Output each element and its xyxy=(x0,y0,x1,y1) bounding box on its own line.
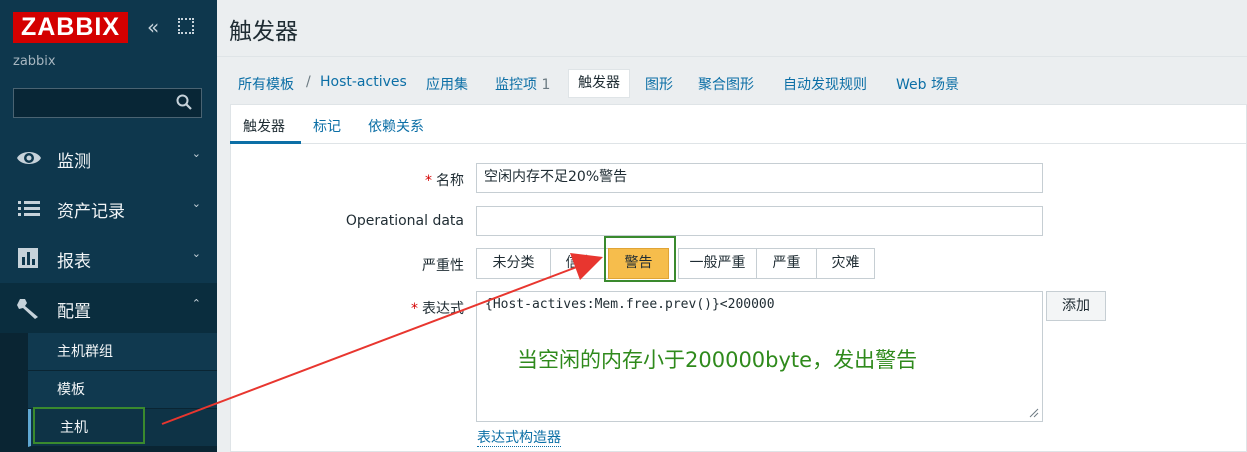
tab-applications[interactable]: 应用集 xyxy=(426,74,468,94)
expression-builder-link[interactable]: 表达式构造器 xyxy=(477,430,561,447)
zabbix-logo[interactable]: ZABBIX xyxy=(13,12,128,43)
menu-label: 资产记录 xyxy=(57,202,125,222)
tab-graphs[interactable]: 图形 xyxy=(645,74,673,94)
tab-tags[interactable]: 标记 xyxy=(313,116,341,136)
tab-dependencies[interactable]: 依赖关系 xyxy=(368,116,424,136)
breadcrumb-separator: / xyxy=(306,74,311,90)
active-tab-indicator xyxy=(230,141,301,144)
chevron-up-icon: ⌃ xyxy=(191,297,201,310)
operational-data-label: Operational data xyxy=(345,213,464,229)
hosts-highlight-box xyxy=(33,407,145,444)
name-input[interactable]: 空闲内存不足20%警告 xyxy=(476,163,1043,193)
sidebar-search-input[interactable] xyxy=(13,88,202,118)
menu-reports[interactable]: 报表 ⌄ xyxy=(0,233,217,283)
sidebar: ZABBIX « zabbix 监测 ⌄ 资产记录 ⌄ 报表 ⌄ 配置 ⌃ 主机… xyxy=(0,0,217,452)
tab-discovery-rules[interactable]: 自动发现规则 xyxy=(783,74,867,94)
tab-items[interactable]: 监控项 1 xyxy=(495,74,550,94)
expression-textarea[interactable]: {Host-actives:Mem.free.prev()}<200000 当空… xyxy=(476,291,1043,422)
bar-chart-icon xyxy=(18,248,38,268)
eye-icon xyxy=(17,152,41,164)
severity-disaster[interactable]: 灾难 xyxy=(816,248,875,279)
annotation-note: 当空闲的内存小于200000byte，发出警告 xyxy=(517,348,918,372)
tab-trigger[interactable]: 触发器 xyxy=(243,116,285,136)
menu-configuration[interactable]: 配置 ⌃ xyxy=(0,283,217,333)
expression-text: {Host-actives:Mem.free.prev()}<200000 xyxy=(485,297,775,312)
menu-label: 配置 xyxy=(57,302,91,322)
name-label-text: 名称 xyxy=(436,173,464,189)
resize-handle-icon[interactable] xyxy=(1029,408,1039,418)
expression-label: * 表达式 xyxy=(400,298,464,318)
severity-not-classified[interactable]: 未分类 xyxy=(476,248,551,279)
form-tabs: 触发器 标记 依赖关系 xyxy=(230,104,1247,144)
collapse-sidebar-icon[interactable]: « xyxy=(147,15,159,39)
kiosk-mode-icon[interactable] xyxy=(178,18,194,34)
breadcrumb-host[interactable]: Host-actives xyxy=(320,74,407,90)
breadcrumb-all-templates[interactable]: 所有模板 xyxy=(238,74,294,94)
severity-information[interactable]: 信息 xyxy=(550,248,609,279)
chevron-down-icon: ⌄ xyxy=(191,147,201,160)
server-name: zabbix xyxy=(13,54,56,69)
items-count: 1 xyxy=(541,77,551,93)
severity-average[interactable]: 一般严重 xyxy=(678,248,757,279)
operational-data-input[interactable] xyxy=(476,206,1043,236)
search-icon[interactable] xyxy=(176,94,192,110)
required-mark: * xyxy=(411,301,418,317)
submenu-templates[interactable]: 模板 xyxy=(28,371,217,409)
submenu-host-groups[interactable]: 主机群组 xyxy=(28,333,217,371)
chevron-down-icon: ⌄ xyxy=(191,247,201,260)
tab-items-label: 监控项 xyxy=(495,77,537,93)
expression-label-text: 表达式 xyxy=(422,301,464,317)
menu-monitoring[interactable]: 监测 ⌄ xyxy=(0,133,217,183)
list-icon xyxy=(18,201,40,216)
add-expression-button[interactable]: 添加 xyxy=(1046,291,1106,321)
menu-label: 报表 xyxy=(57,252,91,272)
severity-label: 严重性 xyxy=(422,258,464,274)
wrench-icon xyxy=(17,299,38,319)
menu-inventory[interactable]: 资产记录 ⌄ xyxy=(0,183,217,233)
severity-highlight-box xyxy=(604,236,676,282)
page-title: 触发器 xyxy=(229,19,298,45)
required-mark: * xyxy=(425,173,432,189)
name-label: * 名称 xyxy=(400,170,464,190)
severity-high[interactable]: 严重 xyxy=(756,248,817,279)
tab-screens[interactable]: 聚合图形 xyxy=(698,74,754,94)
menu-label: 监测 xyxy=(57,152,91,172)
tab-web-scenarios[interactable]: Web 场景 xyxy=(896,74,959,94)
chevron-down-icon: ⌄ xyxy=(191,197,201,210)
tab-triggers-current[interactable]: 触发器 xyxy=(568,69,630,98)
